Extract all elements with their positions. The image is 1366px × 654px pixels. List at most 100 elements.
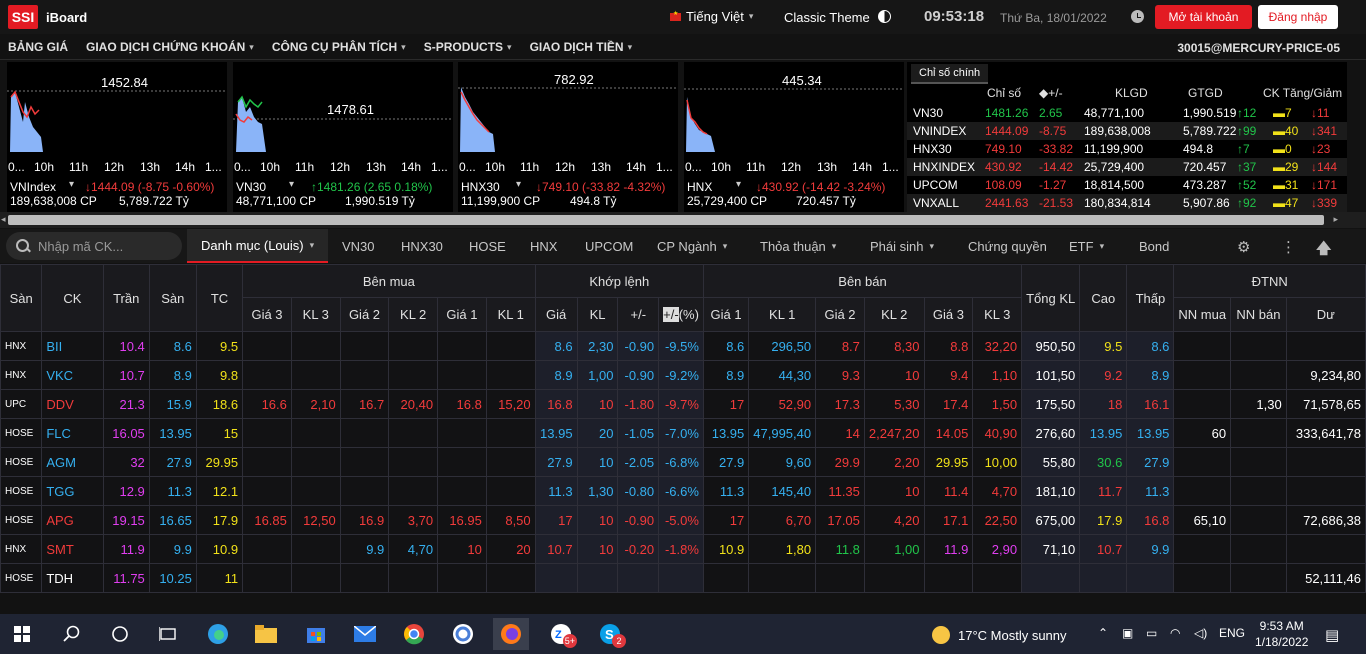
- col-ask-price-1[interactable]: Giá 1: [702, 297, 750, 332]
- scroll-right-icon[interactable]: ▸: [1333, 214, 1338, 225]
- cell-symbol[interactable]: FLC: [41, 418, 104, 448]
- col-low[interactable]: Thấp: [1126, 264, 1175, 332]
- tab-vn30[interactable]: VN30: [342, 229, 375, 263]
- nav-stock-trading[interactable]: GIAO DỊCH CHỨNG KHOÁN ▾: [86, 40, 254, 54]
- store-icon[interactable]: [298, 618, 334, 650]
- task-view-icon[interactable]: [150, 618, 186, 650]
- col-exchange[interactable]: Sàn: [0, 264, 43, 332]
- cell-symbol[interactable]: APG: [41, 505, 104, 535]
- more-vertical-icon[interactable]: ⋮: [1281, 238, 1296, 256]
- notifications-icon[interactable]: ▤: [1325, 626, 1339, 644]
- skype-icon[interactable]: S 2: [592, 618, 628, 650]
- col-match-price[interactable]: Giá: [534, 297, 578, 332]
- mini-chart-vnindex[interactable]: 1452.84 0... 10h 11h 12h 13h 14h 1... VNInd…: [7, 62, 227, 212]
- col-ask-vol-3[interactable]: KL 3: [972, 297, 1023, 332]
- tab-derivatives[interactable]: Phái sinh ▾: [870, 229, 934, 263]
- index-row[interactable]: VN30 1481.26 2.65 48,771,100 1,990.519 ↑12 ▬7 ↓…: [907, 104, 1347, 122]
- col-bid-vol-3[interactable]: KL 3: [290, 297, 341, 332]
- input-language[interactable]: ENG: [1219, 626, 1245, 640]
- meet-now-icon[interactable]: ▣: [1122, 626, 1133, 640]
- col-bid-price-3[interactable]: Giá 3: [242, 297, 292, 332]
- windows-start-icon[interactable]: [4, 618, 40, 650]
- language-selector[interactable]: Tiếng Việt ▾: [670, 9, 753, 24]
- snipping-tool-icon[interactable]: [445, 618, 481, 650]
- col-ask-price-2[interactable]: Giá 2: [815, 297, 865, 332]
- col-reference[interactable]: TC: [195, 264, 244, 332]
- table-row[interactable]: HOSE TDH 11.75 10.25 11 52,111,46: [0, 563, 1366, 593]
- tab-hnx[interactable]: HNX: [530, 229, 557, 263]
- file-explorer-icon[interactable]: [248, 618, 284, 650]
- mini-chart-hnx30[interactable]: 782.92 0... 10h 11h 12h 13h 14h 1... HNX30 …: [458, 62, 678, 212]
- col-total-volume[interactable]: Tổng KL: [1021, 264, 1081, 332]
- cortana-icon[interactable]: [102, 618, 138, 650]
- battery-icon[interactable]: ▭: [1146, 626, 1157, 640]
- cell-symbol[interactable]: SMT: [41, 534, 104, 564]
- chevron-down-icon[interactable]: ▾: [516, 179, 521, 190]
- table-row[interactable]: HNX VKC 10.7 8.9 9.8 8.9 1,00 -0.90 -9.2% 8.9 44,3…: [0, 360, 1366, 390]
- tab-hose[interactable]: HOSE: [469, 229, 506, 263]
- mail-icon[interactable]: [347, 618, 383, 650]
- tab-hnx30[interactable]: HNX30: [401, 229, 443, 263]
- search-input[interactable]: [38, 238, 178, 254]
- nav-cash-trading[interactable]: GIAO DỊCH TIỀN ▾: [530, 40, 633, 54]
- wifi-icon[interactable]: ◠: [1170, 626, 1180, 640]
- index-row[interactable]: UPCOM 108.09 -1.27 18,814,500 473.287 ↑52 ▬31 ↓…: [907, 176, 1347, 194]
- scroll-thumb[interactable]: [8, 215, 1324, 225]
- col-ceiling[interactable]: Trần: [102, 264, 150, 332]
- volume-icon[interactable]: ◁): [1194, 626, 1207, 640]
- firefox-icon[interactable]: [493, 618, 529, 650]
- chevron-down-icon[interactable]: ▾: [69, 179, 74, 190]
- col-bid-price-1[interactable]: Giá 1: [437, 297, 487, 332]
- account-id[interactable]: 30015@MERCURY-PRICE-05: [1177, 41, 1340, 55]
- theme-label[interactable]: Classic Theme: [784, 10, 870, 25]
- tab-sector[interactable]: CP Ngành ▾: [657, 229, 727, 263]
- percent-toggle[interactable]: +/-: [663, 307, 679, 322]
- stock-search[interactable]: [6, 232, 182, 260]
- tab-upcom[interactable]: UPCOM: [585, 229, 633, 263]
- col-ask-vol-2[interactable]: KL 2: [863, 297, 925, 332]
- col-match-percent-toggle[interactable]: +/-(%): [658, 297, 704, 332]
- cell-symbol[interactable]: TGG: [41, 476, 104, 506]
- table-row[interactable]: HOSE TGG 12.9 11.3 12.1 11.3 1,30 -0.80 -6.6% 11.…: [0, 476, 1366, 506]
- index-row[interactable]: HNX30 749.10 -33.82 11,199,900 494.8 ↑7 ▬0 ↓23: [907, 140, 1347, 158]
- scroll-left-icon[interactable]: ◂: [1, 214, 6, 225]
- cell-symbol[interactable]: TDH: [41, 563, 104, 593]
- index-row[interactable]: VNXALL 2441.63 -21.53 180,834,814 5,907.86 ↑9…: [907, 194, 1347, 212]
- col-bid-vol-1[interactable]: KL 1: [485, 297, 536, 332]
- col-bid-vol-2[interactable]: KL 2: [388, 297, 439, 332]
- table-row[interactable]: HOSE AGM 32 27.9 29.95 27.9 10 -2.05 -6.8% 27.9 9,…: [0, 447, 1366, 477]
- tab-etf[interactable]: ETF ▾: [1069, 229, 1104, 263]
- chevron-up-icon[interactable]: ⌃: [1098, 626, 1108, 640]
- chevron-down-icon[interactable]: ▾: [736, 179, 741, 190]
- cell-symbol[interactable]: DDV: [41, 389, 104, 419]
- login-button[interactable]: Đăng nhập: [1258, 5, 1338, 29]
- zalo-icon[interactable]: Z 5+: [543, 618, 579, 650]
- col-high[interactable]: Cao: [1079, 264, 1128, 332]
- col-symbol[interactable]: CK: [41, 264, 104, 332]
- arrow-up-icon[interactable]: 🡅: [1316, 238, 1331, 263]
- edge-icon[interactable]: [200, 618, 236, 650]
- index-row[interactable]: VNINDEX 1444.09 -8.75 189,638,008 5,789.722 ↑…: [907, 122, 1347, 140]
- horizontal-scrollbar[interactable]: ◂ ▸: [0, 212, 1366, 228]
- weather-widget[interactable]: 17°C Mostly sunny: [932, 626, 1067, 644]
- chevron-down-icon[interactable]: ▾: [289, 179, 294, 190]
- ssi-logo[interactable]: SSI: [8, 5, 38, 29]
- system-clock[interactable]: 9:53 AM 1/18/2022: [1255, 618, 1308, 650]
- search-icon[interactable]: [54, 618, 90, 650]
- col-match-vol[interactable]: KL: [576, 297, 619, 332]
- tab-warrants[interactable]: Chứng quyền: [968, 229, 1047, 263]
- index-row[interactable]: HNXINDEX 430.92 -14.42 25,729,400 720.457 ↑37…: [907, 158, 1347, 176]
- col-bid-price-2[interactable]: Giá 2: [339, 297, 390, 332]
- mini-chart-vn30[interactable]: 1478.61 0... 10h 11h 12h 13h 14h 1... VN30 …: [233, 62, 453, 212]
- cell-symbol[interactable]: BII: [41, 331, 104, 361]
- table-row[interactable]: HOSE APG 19.15 16.65 17.9 16.85 12,50 16.9 3,70 1…: [0, 505, 1366, 535]
- col-foreign-room[interactable]: Dư: [1285, 297, 1366, 332]
- table-row[interactable]: HOSE FLC 16.05 13.95 15 13.95 20 -1.05 -7.0% 13.9…: [0, 418, 1366, 448]
- table-row[interactable]: HNX BII 10.4 8.6 9.5 8.6 2,30 -0.90 -9.5% 8.6 296,…: [0, 331, 1366, 361]
- tab-watchlist[interactable]: Danh mục (Louis) ▾: [187, 229, 329, 263]
- col-foreign-buy[interactable]: NN mua: [1173, 297, 1232, 332]
- col-ask-vol-1[interactable]: KL 1: [748, 297, 817, 332]
- chrome-icon[interactable]: [396, 618, 432, 650]
- table-row[interactable]: HNX SMT 11.9 9.9 10.9 9.9 4,70 10 20 10.7 10 -0.20-…: [0, 534, 1366, 564]
- col-floor[interactable]: Sàn: [148, 264, 197, 332]
